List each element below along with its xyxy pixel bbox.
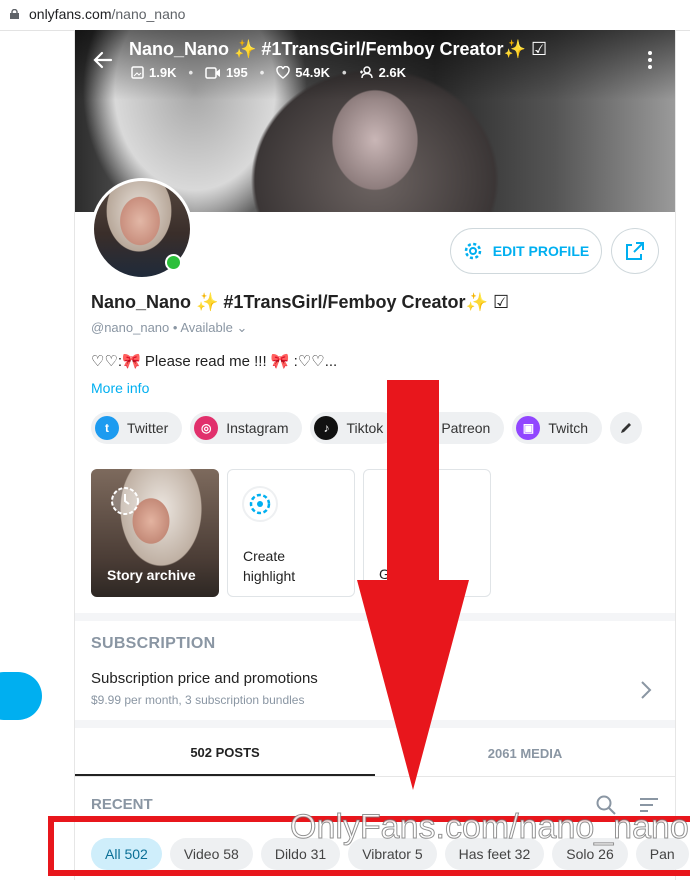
profile-bio: ♡♡:🎀 Please read me !!! 🎀 :♡♡... [91, 353, 338, 370]
social-twitch[interactable]: ▣ Twitch [512, 412, 603, 444]
image-icon [131, 66, 144, 79]
online-status-dot [165, 254, 182, 271]
profile-handle: @nano_nano • Available ⌄ [91, 320, 248, 335]
edit-links-button[interactable] [610, 412, 643, 444]
gear-icon [464, 242, 482, 260]
clock-icon [111, 487, 139, 515]
social-twitter[interactable]: t Twitter [91, 412, 183, 444]
fans-stat: 2.6K [359, 65, 406, 80]
verified-icon: ☑ [492, 292, 510, 312]
twitter-icon: t [95, 416, 119, 440]
recent-heading: RECENT [91, 796, 153, 813]
heart-icon [276, 66, 291, 79]
pencil-icon [621, 423, 632, 433]
address-bar[interactable]: onlyfans.com/nano_nano [0, 0, 690, 31]
cover-title: Nano_Nano ✨ #1TransGirl/Femboy Creator✨ … [129, 39, 548, 59]
chat-bubble-button[interactable] [0, 672, 42, 720]
chevron-right-icon [641, 681, 652, 699]
chevron-down-icon[interactable]: ⌄ [237, 320, 248, 335]
lock-icon [10, 9, 19, 19]
edit-profile-button[interactable]: EDIT PROFILE [450, 228, 602, 274]
tiktok-icon: ♪ [314, 416, 339, 440]
profile-name: Nano_Nano ✨ #1TransGirl/Femboy Creator✨ … [91, 292, 510, 312]
watermark-text: OnlyFans.com/nano_nano [290, 808, 690, 847]
share-icon [626, 242, 644, 260]
social-instagram[interactable]: ◎ Instagram [190, 412, 303, 444]
tab-posts[interactable]: 502 POSTS [75, 730, 375, 776]
video-icon [205, 66, 221, 79]
fans-icon [359, 66, 373, 79]
instagram-icon: ◎ [194, 416, 219, 440]
twitch-icon: ▣ [516, 416, 541, 440]
photos-stat: 1.9K [131, 65, 176, 80]
likes-stat: 54.9K [276, 65, 330, 80]
availability-status[interactable]: Available [180, 320, 233, 335]
create-highlight-card[interactable]: Create highlight [227, 469, 355, 597]
profile-stats: 1.9K • 195 • 54.9K • 2.6K [131, 65, 406, 80]
share-button[interactable] [611, 228, 659, 274]
url-text[interactable]: onlyfans.com/nano_nano [29, 6, 185, 22]
story-archive-highlight[interactable]: Story archive [91, 469, 219, 597]
add-highlight-icon [242, 486, 278, 522]
videos-stat: 195 [205, 65, 248, 80]
more-options-icon[interactable] [647, 50, 653, 70]
subscription-heading: SUBSCRIPTION [91, 635, 216, 652]
red-arrow-annotation [357, 380, 469, 790]
more-info-link[interactable]: More info [91, 380, 149, 396]
verified-icon: ☑ [530, 39, 548, 59]
back-arrow-icon[interactable] [93, 50, 113, 70]
